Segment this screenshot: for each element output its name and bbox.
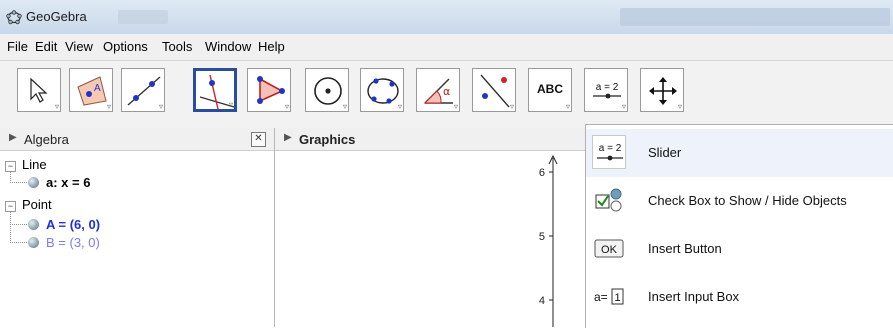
menu-view[interactable]: View — [65, 39, 93, 54]
svg-text:1: 1 — [614, 292, 620, 304]
menu-file[interactable]: File — [7, 39, 28, 54]
menu-item-insert-input-box[interactable]: a= 1 Insert Input Box — [586, 273, 893, 321]
y-tick-label: 4 — [539, 295, 545, 307]
menu-item-checkbox[interactable]: Check Box to Show / Hide Objects — [586, 177, 893, 225]
menu-edit[interactable]: Edit — [35, 39, 57, 54]
slider-icon: a = 2 — [592, 135, 626, 169]
y-tick-label: 6 — [539, 167, 545, 179]
menu-window[interactable]: Window — [205, 39, 251, 54]
tool-reflect[interactable]: ▿ — [472, 68, 516, 112]
insert-button-label: Insert Button — [648, 241, 722, 256]
perpendicular-line-icon — [199, 74, 235, 110]
menu-help[interactable]: Help — [258, 39, 285, 54]
tool-angle[interactable]: α ▿ — [416, 68, 460, 112]
close-icon[interactable]: ✕ — [251, 132, 266, 147]
tree-connector — [10, 224, 27, 243]
algebra-title: Algebra — [24, 132, 69, 147]
tool-move[interactable]: ▿ — [17, 68, 61, 112]
menu-tools[interactable]: Tools — [162, 39, 192, 54]
tool-conic[interactable]: ▿ — [360, 68, 404, 112]
tool-line[interactable]: ▿ — [121, 68, 165, 112]
window-title: GeoGebra — [26, 9, 87, 24]
tool-insert-text[interactable]: ABC ▿ — [528, 68, 572, 112]
object-a[interactable]: a: x = 6 — [46, 175, 90, 190]
title-bar: GeoGebra — [0, 0, 893, 35]
tool-perpendicular-line[interactable]: ▿ — [193, 68, 237, 112]
algebra-view: ▶ Algebra ✕ − Line a: x = 6 − Point A = … — [0, 128, 275, 327]
tool-circle[interactable]: ▿ — [305, 68, 349, 112]
slider-tools-menu: a = 2 Slider Check Box to Show / Hide Ob… — [585, 124, 893, 328]
group-label-line: Line — [22, 157, 47, 172]
slider-label: Slider — [648, 145, 682, 160]
menu-options[interactable]: Options — [103, 39, 148, 54]
menu-item-insert-button[interactable]: OK Insert Button — [586, 225, 893, 273]
tool-point[interactable]: A ▿ — [69, 68, 113, 112]
insert-input-box-label: Insert Input Box — [648, 289, 740, 304]
tree-connector — [10, 172, 27, 183]
insert-text-icon: ABC — [537, 82, 563, 96]
title-bar-blurred-area — [620, 8, 890, 26]
input-box-icon: a= 1 — [592, 279, 626, 313]
object-point-a[interactable]: A = (6, 0) — [46, 217, 100, 232]
svg-text:OK: OK — [601, 244, 618, 256]
svg-text:a = 2: a = 2 — [599, 143, 622, 154]
menu-bar: File Edit View Options Tools Window Help — [0, 34, 893, 61]
svg-text:a = 2: a = 2 — [596, 82, 619, 93]
group-label-point: Point — [22, 197, 52, 212]
svg-text:a=: a= — [594, 290, 608, 304]
tool-move-graphics-view[interactable]: ▿ — [640, 68, 684, 112]
menu-item-slider[interactable]: a = 2 Slider — [586, 129, 893, 177]
checkbox-label: Check Box to Show / Hide Objects — [648, 193, 847, 208]
object-point-b[interactable]: B = (3, 0) — [46, 235, 100, 250]
collapse-icon[interactable]: − — [5, 201, 16, 212]
svg-text:A: A — [94, 83, 101, 94]
geogebra-logo-icon — [6, 10, 22, 25]
visibility-toggle-icon[interactable] — [28, 177, 39, 188]
button-icon: OK — [592, 231, 626, 265]
visibility-toggle-icon[interactable] — [28, 237, 39, 248]
y-tick-label: 5 — [539, 231, 545, 243]
tool-polygon[interactable]: ▿ — [247, 68, 291, 112]
svg-text:α: α — [443, 85, 450, 98]
toolbar: ▿ A ▿ ▿ ▿ ▿ ▿ ▿ α ▿ ▿ ABC ▿ a = 2 ▿ ▿ — [0, 61, 893, 129]
tool-slider[interactable]: a = 2 ▿ — [584, 68, 628, 112]
expand-arrow-icon[interactable]: ▶ — [9, 132, 17, 143]
visibility-toggle-icon[interactable] — [28, 219, 39, 230]
title-bar-blurred-area — [118, 10, 168, 24]
checkbox-icon — [592, 183, 626, 217]
algebra-header: ▶ Algebra ✕ — [0, 128, 274, 151]
collapse-icon[interactable]: − — [5, 161, 16, 172]
